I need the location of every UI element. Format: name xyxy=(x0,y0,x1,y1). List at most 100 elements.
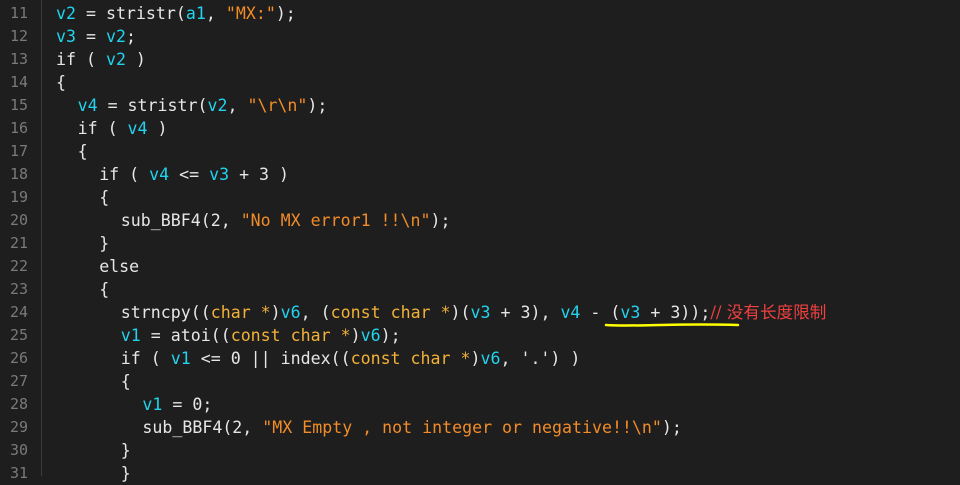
variable-token: v3 xyxy=(209,165,230,184)
code-token: const char * xyxy=(330,303,451,322)
code-token: <= 0 || index(( xyxy=(190,349,351,368)
line-number: 26 xyxy=(9,349,28,367)
code-token: ); xyxy=(661,418,682,437)
code-token: = atoi(( xyxy=(140,326,231,345)
code-line[interactable]: v2 = stristr(a1, "MX:"); xyxy=(56,2,296,25)
code-token: if ( xyxy=(77,119,128,138)
code-token: <= xyxy=(169,165,210,184)
code-editor[interactable]: 11 12 13 14 15 16 17 18 19 20 21 22 23 24 25 26 27 28 29 30… xyxy=(0,0,960,483)
code-line[interactable]: v4 = stristr(v2, "\r\n"); xyxy=(78,94,328,117)
code-line[interactable]: { xyxy=(56,71,66,94)
code-line[interactable]: v3 = v2; xyxy=(56,25,136,48)
code-line[interactable]: if ( v2 ) xyxy=(56,48,146,71)
variable-token: v1 xyxy=(142,395,163,414)
code-token: ); xyxy=(430,211,451,230)
code-line[interactable]: { xyxy=(121,370,131,393)
variable-token: v4 xyxy=(127,119,148,138)
variable-token: v3 xyxy=(470,303,491,322)
variable-token: a1 xyxy=(185,4,206,23)
code-line[interactable]: if ( v4 <= v3 + 3 ) xyxy=(99,163,289,186)
code-token: { xyxy=(56,73,66,92)
gutter-separator xyxy=(41,0,42,476)
code-token: = 0; xyxy=(162,395,213,414)
string-literal: "\r\n" xyxy=(247,96,308,115)
code-token: } xyxy=(99,234,110,253)
variable-token: v1 xyxy=(170,349,191,368)
line-number: 30 xyxy=(9,441,28,459)
string-literal: "MX:" xyxy=(225,4,276,23)
code-token: else xyxy=(99,257,140,276)
code-line[interactable]: strncpy((char *)v6, (const char *)(v3 + … xyxy=(121,301,827,324)
line-number: 29 xyxy=(9,418,28,436)
code-line[interactable]: { xyxy=(78,140,88,163)
variable-token: v4 xyxy=(149,165,170,184)
code-token: strncpy(( xyxy=(120,303,211,322)
line-number: 22 xyxy=(9,257,28,275)
code-token: const char * xyxy=(350,349,471,368)
code-line[interactable]: v1 = 0; xyxy=(142,393,212,416)
code-token: - ( xyxy=(580,303,621,322)
code-token: const char * xyxy=(230,326,351,345)
code-token: if ( xyxy=(56,50,106,69)
code-token: { xyxy=(99,280,110,299)
variable-token: v4 xyxy=(77,96,98,115)
line-number: 12 xyxy=(9,27,28,45)
code-line[interactable]: if ( v1 <= 0 || index((const char *)v6, … xyxy=(121,347,581,370)
code-line[interactable]: sub_BBF4(2, "MX Empty , not integer or n… xyxy=(142,416,682,439)
code-token: ) xyxy=(270,303,281,322)
variable-token: v3 xyxy=(620,303,641,322)
string-literal: "MX Empty , not integer or negative!!\n" xyxy=(262,418,662,437)
line-number: 24 xyxy=(9,303,28,321)
code-token: + 3), xyxy=(490,303,561,322)
code-line[interactable]: } xyxy=(121,462,131,485)
line-number: 15 xyxy=(9,96,28,114)
variable-token: v6 xyxy=(280,303,301,322)
code-token: = stristr( xyxy=(75,4,186,23)
variable-token: v4 xyxy=(560,303,581,322)
line-number: 17 xyxy=(9,142,28,160)
variable-token: v3 xyxy=(56,27,76,46)
line-number: 20 xyxy=(9,211,28,229)
code-line[interactable]: v1 = atoi((const char *)v6); xyxy=(121,324,401,347)
string-literal: "No MX error1 !!\n" xyxy=(240,211,431,230)
variable-token: v2 xyxy=(105,27,126,46)
line-number: 21 xyxy=(9,234,28,252)
code-token: + 3 ) xyxy=(229,165,290,184)
code-token: ) xyxy=(125,50,146,69)
code-token: { xyxy=(77,142,88,161)
code-line[interactable]: if ( v4 ) xyxy=(78,117,168,140)
code-comment: // 没有长度限制 xyxy=(710,303,827,322)
code-token: = xyxy=(75,27,106,46)
line-number-gutter: 11 12 13 14 15 16 17 18 19 20 21 22 23 24 25 26 27 28 29 30… xyxy=(0,0,38,482)
code-line[interactable]: } xyxy=(121,439,131,462)
variable-token: v2 xyxy=(105,50,126,69)
variable-token: v6 xyxy=(360,326,381,345)
code-line[interactable]: } xyxy=(99,232,109,255)
code-token: , ( xyxy=(300,303,331,322)
code-token: ; xyxy=(125,27,136,46)
variable-token: v2 xyxy=(207,96,228,115)
code-token: , '.') ) xyxy=(500,349,581,368)
code-token: ) xyxy=(470,349,481,368)
line-number: 28 xyxy=(9,395,28,413)
underline-annotation xyxy=(604,323,740,327)
code-token: if ( xyxy=(120,349,171,368)
code-token: } xyxy=(120,464,131,483)
code-token: , xyxy=(205,4,226,23)
code-line[interactable]: { xyxy=(99,278,109,301)
line-number: 23 xyxy=(9,280,28,298)
code-line[interactable]: else xyxy=(99,255,139,278)
line-number: 19 xyxy=(9,188,28,206)
variable-token: v2 xyxy=(56,4,76,23)
line-number: 25 xyxy=(9,326,28,344)
code-line[interactable]: sub_BBF4(2, "No MX error1 !!\n"); xyxy=(121,209,451,232)
line-number: 27 xyxy=(9,372,28,390)
code-token: { xyxy=(120,372,131,391)
code-token: ); xyxy=(380,326,401,345)
code-token: sub_BBF4(2, xyxy=(120,211,241,230)
line-number: 13 xyxy=(9,50,28,68)
variable-token: v1 xyxy=(120,326,141,345)
code-line[interactable]: { xyxy=(99,186,109,209)
code-token: , xyxy=(227,96,248,115)
code-token: ) xyxy=(147,119,168,138)
